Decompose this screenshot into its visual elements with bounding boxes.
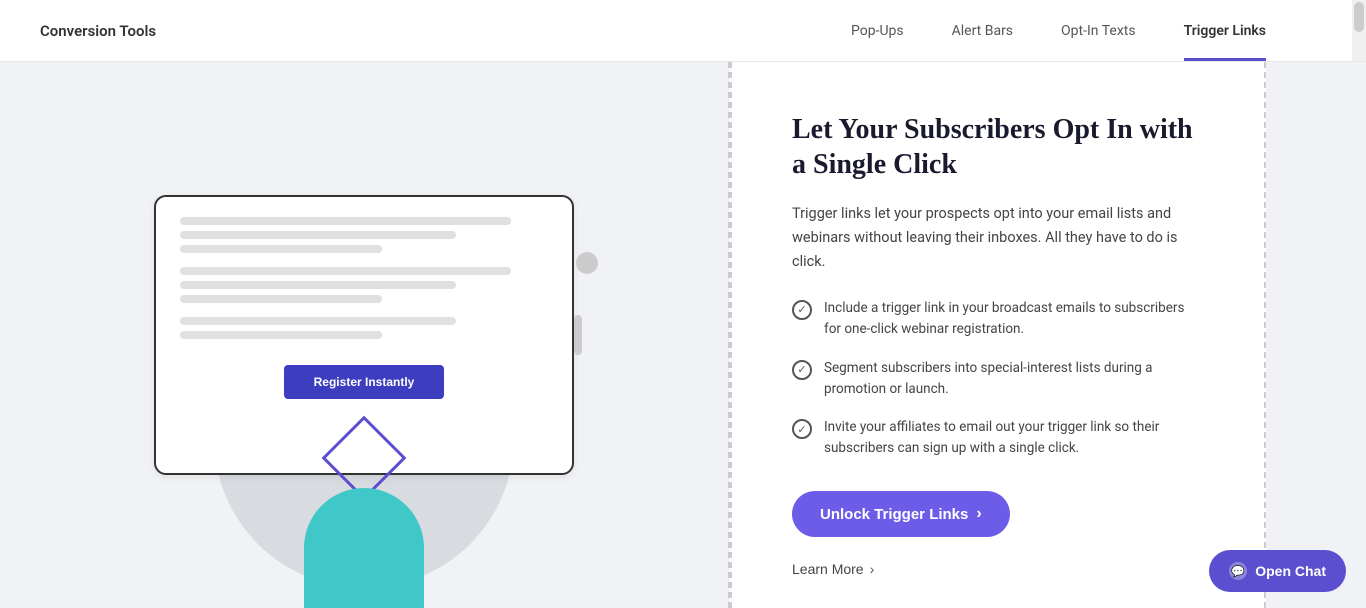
- unlock-button[interactable]: Unlock Trigger Links ›: [792, 491, 1010, 537]
- unlock-button-arrow-icon: ›: [976, 505, 981, 523]
- tablet-line: [180, 245, 382, 253]
- brand-label: Conversion Tools: [40, 22, 156, 40]
- tablet-line: [180, 317, 456, 325]
- main-nav: Pop-Ups Alert Bars Opt-In Texts Trigger …: [851, 0, 1266, 61]
- learn-more-arrow-icon: ›: [870, 561, 875, 577]
- tablet-line: [180, 295, 382, 303]
- check-icon-1: [792, 300, 812, 320]
- tablet-lines-group-1: [180, 217, 548, 253]
- tablet-line: [180, 217, 511, 225]
- tablet-lines-group-2: [180, 267, 548, 303]
- tablet-side-button: [574, 315, 582, 355]
- page-title: Let Your Subscribers Opt In with a Singl…: [792, 112, 1204, 182]
- tablet-line: [180, 267, 511, 275]
- tablet-content: Register Instantly: [180, 217, 548, 399]
- content-description: Trigger links let your prospects opt int…: [792, 202, 1192, 274]
- chat-icon: 💬: [1229, 562, 1247, 580]
- tablet-line: [180, 331, 382, 339]
- learn-more-button[interactable]: Learn More ›: [792, 561, 1204, 577]
- feature-list: Include a trigger link in your broadcast…: [792, 298, 1204, 460]
- unlock-button-label: Unlock Trigger Links: [820, 506, 968, 523]
- open-chat-label: Open Chat: [1255, 563, 1326, 579]
- content-section: Let Your Subscribers Opt In with a Singl…: [730, 62, 1266, 608]
- learn-more-label: Learn More: [792, 561, 864, 577]
- feature-item-3: Invite your affiliates to email out your…: [792, 417, 1204, 459]
- small-circle-decoration: [576, 252, 598, 274]
- scrollbar[interactable]: [1352, 0, 1366, 61]
- nav-item-popups[interactable]: Pop-Ups: [851, 0, 904, 61]
- nav-item-alertbars[interactable]: Alert Bars: [952, 0, 1013, 61]
- feature-text-2: Segment subscribers into special-interes…: [824, 358, 1204, 400]
- feature-item-2: Segment subscribers into special-interes…: [792, 358, 1204, 400]
- tablet-line: [180, 231, 456, 239]
- feature-text-3: Invite your affiliates to email out your…: [824, 417, 1204, 459]
- feature-text-1: Include a trigger link in your broadcast…: [824, 298, 1204, 340]
- scrollbar-thumb[interactable]: [1354, 2, 1364, 32]
- tablet-lines-group-3: [180, 317, 548, 339]
- feature-item-1: Include a trigger link in your broadcast…: [792, 298, 1204, 340]
- tablet-register-button[interactable]: Register Instantly: [284, 365, 444, 399]
- open-chat-button[interactable]: 💬 Open Chat: [1209, 550, 1346, 592]
- teal-person-shape: [304, 488, 424, 608]
- nav-item-triggerlinks[interactable]: Trigger Links: [1184, 0, 1266, 61]
- check-icon-2: [792, 360, 812, 380]
- header: Conversion Tools Pop-Ups Alert Bars Opt-…: [0, 0, 1366, 62]
- tablet-line: [180, 281, 456, 289]
- main-content: Register Instantly Let Your Subscribers …: [0, 62, 1366, 608]
- illustration-section: Register Instantly: [0, 62, 730, 608]
- nav-item-optintexts[interactable]: Opt-In Texts: [1061, 0, 1136, 61]
- check-icon-3: [792, 419, 812, 439]
- right-panel: [1266, 62, 1366, 608]
